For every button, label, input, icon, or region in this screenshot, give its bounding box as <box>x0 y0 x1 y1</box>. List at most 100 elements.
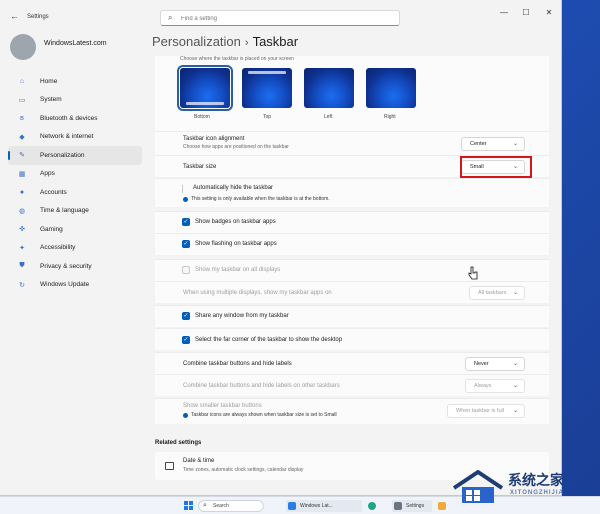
sidebar-item-label: Network & internet <box>40 133 94 141</box>
search-input[interactable] <box>181 13 391 24</box>
sidebar-item-personalization[interactable]: ✎ Personalization <box>8 146 142 165</box>
position-bottom-thumb[interactable] <box>177 65 233 111</box>
flashing-checkbox[interactable]: ✓ <box>182 240 190 248</box>
sidebar-item-gaming[interactable]: ✜ Gaming <box>8 220 142 239</box>
badges-row: ✓ Show badges on taskbar apps <box>155 211 549 233</box>
smaller-buttons-value: When taskbar is full <box>456 408 504 414</box>
sidebar-item-bluetooth-devices[interactable]: ʙ Bluetooth & devices <box>8 109 142 128</box>
position-label: Top <box>263 114 272 120</box>
sidebar-item-label: Apps <box>40 170 55 178</box>
taskbar-app-browser[interactable]: Windows Lat... <box>286 500 362 512</box>
windows-start-icon[interactable] <box>184 501 194 511</box>
multi-display-dropdown[interactable]: All taskbars ⌄ <box>469 286 525 300</box>
sidebar-item-label: Windows Update <box>40 281 90 289</box>
maximize-button[interactable]: ☐ <box>518 8 534 17</box>
auto-hide-checkbox[interactable] <box>182 185 184 193</box>
home-icon: ⌂ <box>19 77 25 85</box>
combine-other-label: Combine taskbar buttons and hide labels … <box>183 383 340 389</box>
accessibility-icon: ✦ <box>19 244 25 252</box>
combine-other-row: Combine taskbar buttons and hide labels … <box>155 374 549 396</box>
globe-icon: ◍ <box>18 207 26 215</box>
calendar-icon <box>165 462 174 470</box>
position-top-thumb[interactable] <box>242 68 292 108</box>
badges-label: Show badges on taskbar apps <box>195 219 276 225</box>
chevron-down-icon: ⌄ <box>512 141 518 147</box>
all-displays-label: Show my taskbar on all displays <box>195 267 281 273</box>
sidebar-item-system[interactable]: ▭ System <box>8 91 142 110</box>
taskbar-search-label: Search <box>213 503 229 509</box>
profile[interactable]: WindowsLatest.com <box>10 34 148 60</box>
edge-icon <box>368 502 376 510</box>
taskbar-app-label: Windows Lat... <box>300 503 333 509</box>
combine-dropdown[interactable]: Never ⌄ <box>465 357 525 371</box>
position-left-thumb[interactable] <box>304 68 354 108</box>
settings-window: ← Settings ⌕ — ☐ ✕ WindowsLatest.com ⌂ Ho… <box>0 0 562 496</box>
sidebar-item-label: System <box>40 96 62 104</box>
sidebar-item-label: Accessibility <box>40 244 76 252</box>
sidebar-item-label: Bluetooth & devices <box>40 114 98 122</box>
chevron-down-icon: ⌄ <box>512 383 518 389</box>
profile-name: WindowsLatest.com <box>44 40 107 47</box>
wifi-icon: ◆ <box>19 133 25 141</box>
watermark: 系统之家 XITONGZHIJIA <box>452 466 597 512</box>
position-right-thumb[interactable] <box>366 68 416 108</box>
breadcrumb-parent[interactable]: Personalization <box>152 34 241 49</box>
title-bar: ← Settings ⌕ — ☐ ✕ <box>0 0 561 34</box>
alignment-desc: Choose how apps are positioned on the ta… <box>183 144 289 150</box>
flashing-row: ✓ Show flashing on taskbar apps <box>155 233 549 255</box>
combine-other-dropdown[interactable]: Always ⌄ <box>465 379 525 393</box>
sidebar-item-home[interactable]: ⌂ Home <box>8 72 142 91</box>
info-icon <box>183 197 188 202</box>
sidebar-item-accessibility[interactable]: ✦ Accessibility <box>8 239 142 258</box>
auto-hide-label: Automatically hide the taskbar <box>193 185 274 191</box>
monitor-icon: ▭ <box>18 96 26 104</box>
sidebar-item-accounts[interactable]: ● Accounts <box>8 183 142 202</box>
avatar <box>10 34 36 60</box>
far-corner-checkbox[interactable]: ✓ <box>182 336 190 344</box>
all-displays-checkbox[interactable] <box>182 266 190 274</box>
sidebar-item-apps[interactable]: ▦ Apps <box>8 165 142 184</box>
bluetooth-icon: ʙ <box>20 114 24 122</box>
breadcrumb: Personalization › Taskbar <box>152 34 298 49</box>
alignment-value: Center <box>470 141 487 147</box>
far-corner-label: Select the far corner of the taskbar to … <box>195 337 343 343</box>
sidebar-item-network-internet[interactable]: ◆ Network & internet <box>8 128 142 147</box>
search-box[interactable]: ⌕ <box>160 10 400 26</box>
sidebar-item-privacy-security[interactable]: ⛊ Privacy & security <box>8 257 142 276</box>
page-title: Taskbar <box>252 34 299 49</box>
chevron-down-icon: ⌄ <box>512 361 518 367</box>
taskbar-size-title: Taskbar size <box>183 164 217 170</box>
combine-row: Combine taskbar buttons and hide labels … <box>155 352 549 374</box>
smaller-buttons-label: Show smaller taskbar buttons <box>183 403 262 409</box>
taskbar-app-edge[interactable] <box>366 500 386 512</box>
combine-label: Combine taskbar buttons and hide labels <box>183 361 292 367</box>
controller-icon: ✜ <box>19 226 25 234</box>
alignment-dropdown[interactable]: Center ⌄ <box>461 137 525 151</box>
minimize-button[interactable]: — <box>496 8 512 17</box>
taskbar-app-store[interactable] <box>436 500 450 512</box>
person-icon: ● <box>19 188 25 196</box>
taskbar-app-settings[interactable]: Settings <box>392 500 432 512</box>
back-arrow-icon[interactable]: ← <box>10 11 19 21</box>
sidebar-item-time-language[interactable]: ◍ Time & language <box>8 202 142 221</box>
taskbar-search[interactable]: ⌕ Search <box>198 500 264 512</box>
smaller-buttons-row: Show smaller taskbar buttons Taskbar ico… <box>155 398 549 424</box>
sidebar-item-windows-update[interactable]: ↻ Windows Update <box>8 276 142 295</box>
auto-hide-note: This setting is only available when the … <box>191 196 330 202</box>
taskbar-position-card: Choose where the taskbar is placed on yo… <box>155 56 549 131</box>
smaller-buttons-dropdown[interactable]: When taskbar is full ⌄ <box>447 404 525 418</box>
sidebar-item-label: Time & language <box>40 207 89 215</box>
close-button[interactable]: ✕ <box>541 8 557 17</box>
related-item-title: Date & time <box>183 458 215 464</box>
gear-icon <box>394 502 402 510</box>
badges-checkbox[interactable]: ✓ <box>182 218 190 226</box>
related-item-desc: Time zones, automatic clock settings, ca… <box>183 467 304 473</box>
taskbar-size-row: Taskbar size Small ⌄ <box>155 155 549 178</box>
sidebar-item-label: Privacy & security <box>40 262 92 270</box>
all-displays-row: Show my taskbar on all displays <box>155 259 549 281</box>
position-label: Right <box>384 114 396 120</box>
share-window-row: ✓ Share any window from my taskbar <box>155 305 549 327</box>
watermark-text: 系统之家 <box>508 472 564 488</box>
share-window-checkbox[interactable]: ✓ <box>182 312 190 320</box>
auto-hide-row: Automatically hide the taskbar This sett… <box>155 178 549 207</box>
